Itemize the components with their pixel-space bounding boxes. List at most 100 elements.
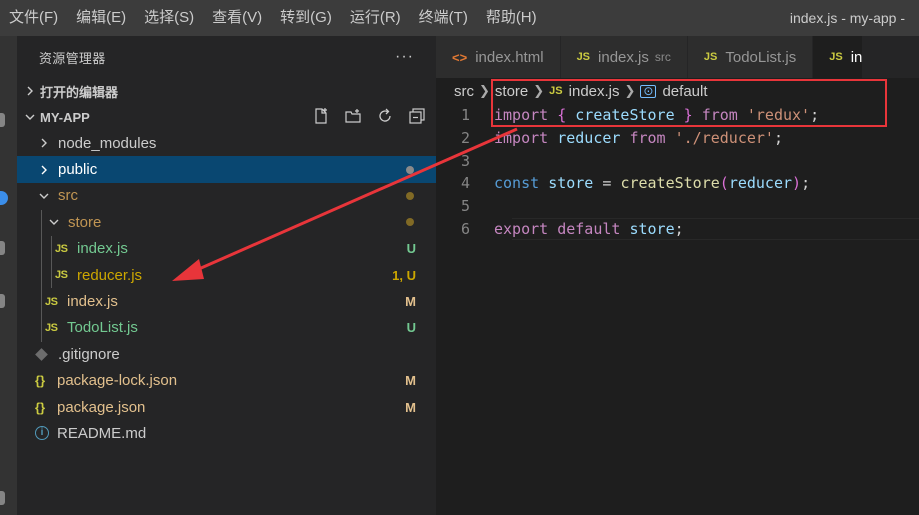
git-status-badge: U (406, 241, 416, 257)
modified-dot-icon (406, 191, 414, 200)
window-title: index.js - my-app - (789, 10, 905, 26)
collapse-all-icon[interactable] (408, 107, 426, 125)
git-status-badge: U (406, 320, 416, 336)
paren-token: ( (719, 174, 729, 193)
function-token: createStore (620, 174, 720, 193)
code-line-2[interactable]: 2 import reducer from './reducer'; (436, 127, 919, 150)
tree-item-label: package-lock.json (57, 372, 178, 390)
code-line-3[interactable]: 3 (436, 149, 919, 172)
code-line-5[interactable]: 5 (436, 195, 919, 218)
debug-activity-icon[interactable] (0, 294, 5, 308)
tree-item-todolist-js[interactable]: JS TodoList.js U (17, 315, 436, 341)
tree-item-package-json[interactable]: {} package.json M (17, 394, 436, 420)
file-tree: node_modules public src store JS index.j… (17, 130, 436, 447)
tree-item-readme-md[interactable]: i README.md (17, 420, 436, 446)
git-status-badge: M (405, 399, 416, 415)
open-editors-section[interactable]: 打开的编辑器 (17, 78, 436, 104)
new-file-icon[interactable] (312, 107, 330, 125)
javascript-file-icon: JS (829, 51, 843, 63)
menu-view[interactable]: 查看(V) (203, 0, 271, 36)
tab-index-js-store[interactable]: JS in (813, 36, 864, 78)
menu-selection[interactable]: 选择(S) (135, 0, 203, 36)
tree-item-label: package.json (57, 398, 146, 416)
keyword-token: import (494, 129, 549, 148)
javascript-file-icon: JS (703, 51, 718, 63)
line-number: 6 (460, 219, 470, 238)
extensions-activity-icon[interactable] (0, 241, 5, 255)
punctuation-token: ; (773, 129, 783, 148)
json-file-icon: {} (35, 373, 46, 389)
tree-item-label: node_modules (58, 134, 157, 152)
chevron-down-icon (37, 189, 51, 203)
account-activity-icon[interactable] (0, 491, 5, 505)
tree-item-package-lock-json[interactable]: {} package-lock.json M (17, 368, 436, 394)
tab-index-js-src[interactable]: JS index.js src (560, 36, 688, 78)
tree-item-public[interactable]: public (17, 156, 436, 183)
menu-go[interactable]: 转到(G) (271, 0, 341, 36)
source-control-activity-icon[interactable] (0, 191, 8, 205)
explorer-header: 资源管理器 ··· (17, 36, 436, 78)
refresh-icon[interactable] (376, 107, 394, 125)
tree-item-src-index-js[interactable]: JS index.js M (17, 288, 436, 314)
breadcrumb-src[interactable]: src (454, 83, 474, 100)
title-bar: 文件(F) 编辑(E) 选择(S) 查看(V) 转到(G) 运行(R) 终端(T… (0, 0, 919, 36)
menu-run[interactable]: 运行(R) (341, 0, 410, 36)
editor-tabs: <> index.html JS index.js src JS TodoLis… (436, 36, 919, 78)
chevron-right-icon (37, 136, 51, 150)
more-actions-icon[interactable]: ··· (395, 48, 414, 66)
code-line-4[interactable]: 4 const store = createStore(reducer); (436, 172, 919, 195)
javascript-file-icon: JS (55, 242, 68, 255)
paren-token: ) (792, 174, 802, 193)
tree-item-label: TodoList.js (67, 319, 138, 337)
tab-label: in (850, 48, 863, 66)
explorer-activity-icon[interactable] (0, 113, 5, 127)
line-number: 3 (460, 151, 470, 170)
line-number: 2 (460, 129, 470, 148)
tree-item-store-index-js[interactable]: JS index.js U (17, 236, 436, 262)
menu-edit[interactable]: 编辑(E) (67, 0, 135, 36)
chevron-down-icon (23, 110, 37, 124)
current-line-highlight (512, 217, 919, 241)
menu-file[interactable]: 文件(F) (0, 0, 67, 36)
explorer-actions (312, 107, 426, 125)
info-file-icon: i (35, 426, 49, 441)
javascript-file-icon: JS (55, 269, 68, 282)
modified-dot-icon (406, 218, 414, 227)
tab-index-html[interactable]: <> index.html (436, 36, 561, 78)
tree-item-src[interactable]: src (17, 183, 436, 209)
tab-todolist-js[interactable]: JS TodoList.js (687, 36, 814, 78)
project-section[interactable]: MY-APP (17, 104, 436, 130)
punctuation-token: ; (801, 174, 811, 193)
line-number: 5 (460, 197, 470, 216)
keyword-token: const (494, 174, 540, 193)
tree-item-gitignore[interactable]: .gitignore (17, 341, 436, 367)
project-label: MY-APP (40, 109, 90, 125)
tree-item-label: index.js (77, 240, 128, 258)
tree-item-label: .gitignore (58, 345, 120, 363)
new-folder-icon[interactable] (344, 107, 362, 125)
tree-item-label: index.js (67, 293, 118, 311)
json-file-icon: {} (35, 399, 46, 415)
javascript-file-icon: JS (576, 51, 591, 63)
git-file-icon (35, 347, 48, 361)
activity-bar (0, 36, 17, 515)
chevron-down-icon (47, 215, 61, 229)
menu-terminal[interactable]: 终端(T) (410, 0, 477, 36)
chevron-right-icon: ❯ (479, 83, 490, 98)
open-editors-label: 打开的编辑器 (40, 84, 119, 100)
explorer-title: 资源管理器 (39, 50, 106, 66)
tree-item-node-modules[interactable]: node_modules (17, 130, 436, 156)
javascript-file-icon: JS (45, 321, 58, 334)
tree-item-reducer-js[interactable]: JS reducer.js 1, U (17, 262, 436, 288)
tab-label: TodoList.js (725, 48, 797, 66)
modified-dot-icon (406, 165, 414, 174)
tree-item-store[interactable]: store (17, 209, 436, 235)
tree-item-label: public (58, 161, 98, 179)
tab-label: index.js (598, 48, 649, 66)
operator-token: = (602, 174, 612, 193)
line-number: 1 (460, 106, 470, 125)
javascript-file-icon: JS (45, 295, 58, 308)
line-number: 4 (460, 174, 470, 193)
menu-help[interactable]: 帮助(H) (477, 0, 546, 36)
git-status-badge: M (405, 294, 416, 310)
